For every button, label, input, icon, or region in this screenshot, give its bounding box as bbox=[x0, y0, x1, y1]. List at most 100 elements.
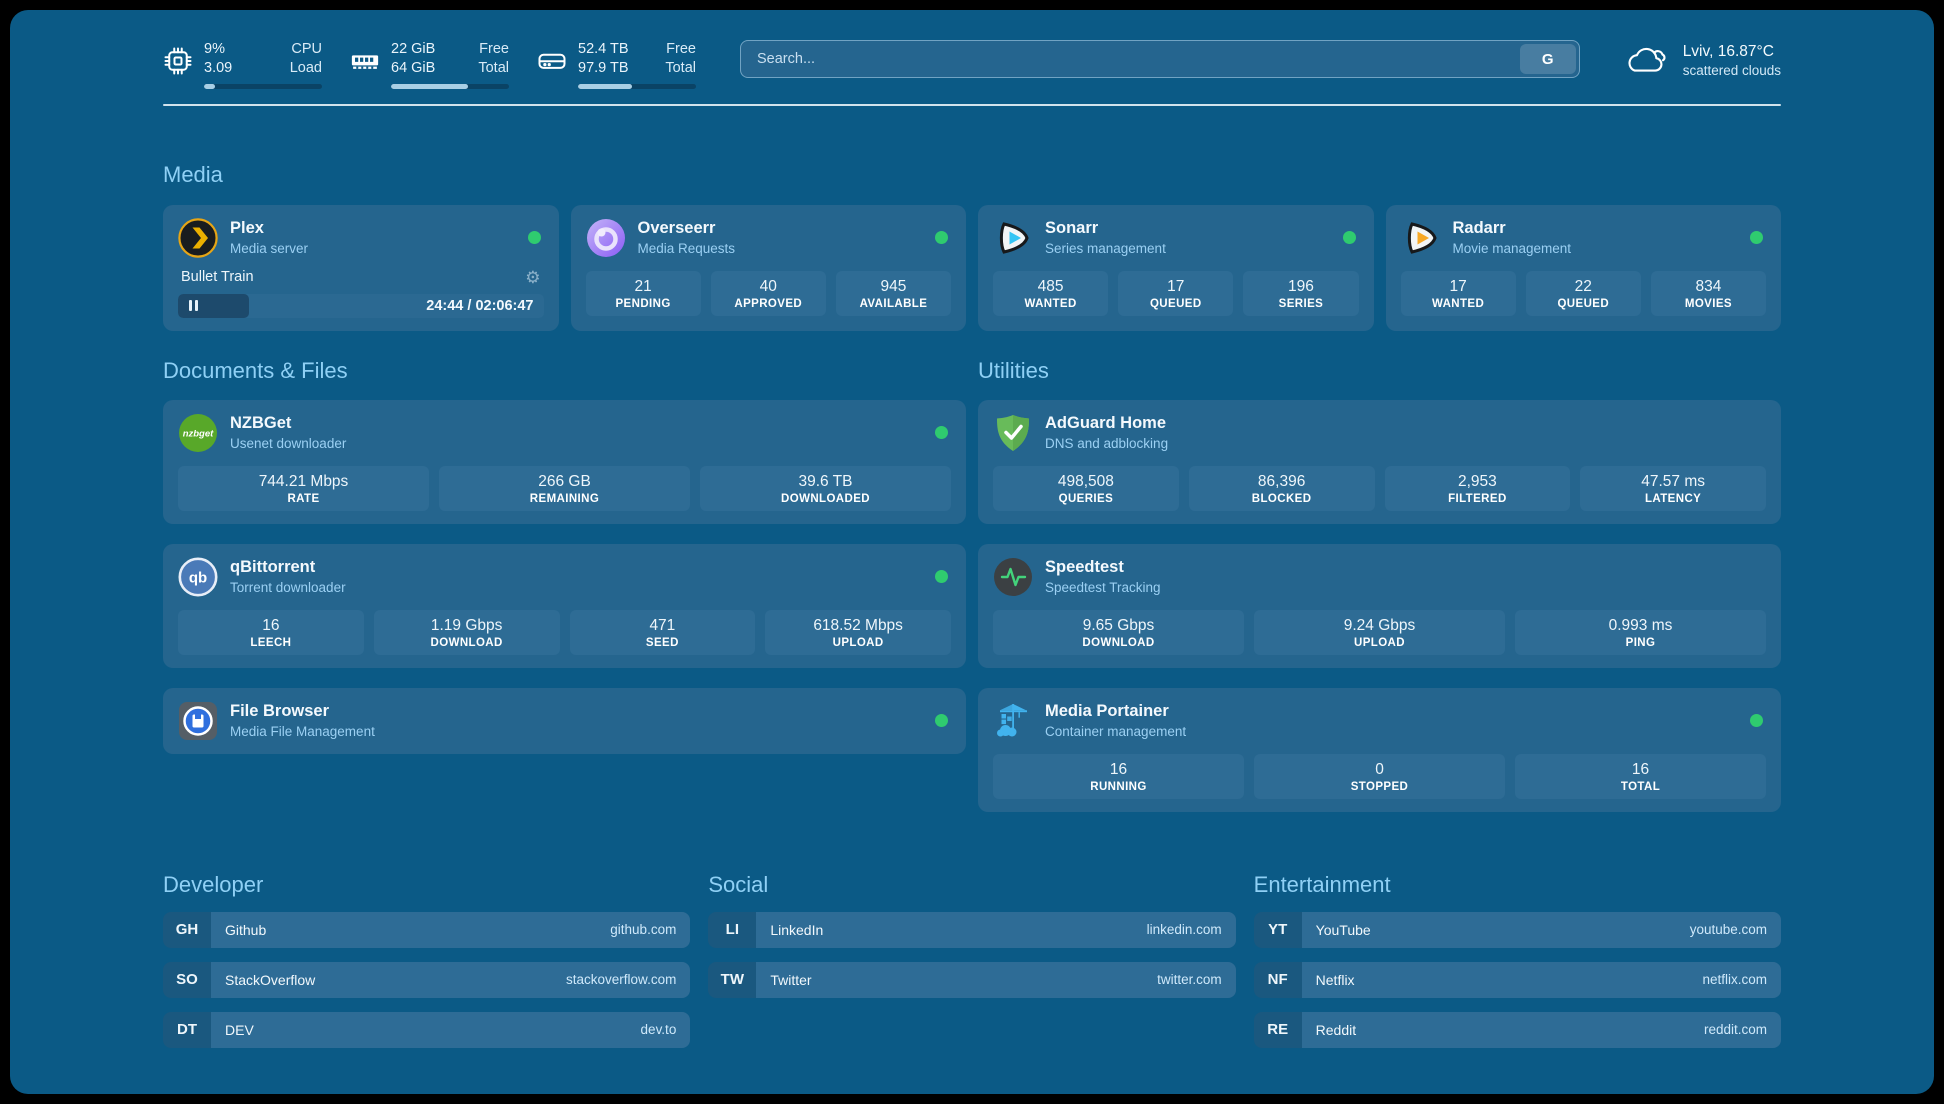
section-title-documents: Documents & Files bbox=[163, 358, 966, 384]
nzbget-stat-remaining: 266 GBREMAINING bbox=[439, 466, 690, 511]
overseerr-stat-pending: 21PENDING bbox=[586, 271, 701, 316]
cloud-icon bbox=[1624, 43, 1670, 77]
link-youtube-abbr: YT bbox=[1254, 912, 1302, 948]
disk-total-value: 97.9 TB bbox=[578, 59, 629, 78]
qbittorrent-stat-leech: 16LEECH bbox=[178, 610, 364, 655]
disk-total-label: Total bbox=[665, 59, 696, 78]
system-stats: 9% CPU 3.09 Load bbox=[163, 40, 696, 89]
cpu-load-label: Load bbox=[290, 59, 322, 78]
link-dev-abbr: DT bbox=[163, 1012, 211, 1048]
filebrowser-card[interactable]: File Browser Media File Management bbox=[163, 688, 966, 754]
section-title-entertainment: Entertainment bbox=[1254, 872, 1781, 898]
link-netflix-url: netflix.com bbox=[1702, 972, 1767, 987]
link-netflix-name: Netflix bbox=[1316, 972, 1355, 988]
plex-title: Plex bbox=[230, 219, 308, 238]
cpu-stat: 9% CPU 3.09 Load bbox=[163, 40, 322, 89]
nzbget-title: NZBGet bbox=[230, 414, 346, 433]
adguard-stat-blocked: 86,396BLOCKED bbox=[1189, 466, 1375, 511]
section-title-developer: Developer bbox=[163, 872, 690, 898]
nzbget-card[interactable]: nzbget NZBGet Usenet downloader 744.21 M… bbox=[163, 400, 966, 524]
plex-card[interactable]: Plex Media server Bullet Train ⚙ 24:44 bbox=[163, 205, 559, 331]
link-youtube[interactable]: YT YouTubeyoutube.com bbox=[1254, 912, 1781, 948]
link-reddit-url: reddit.com bbox=[1704, 1022, 1767, 1037]
sonarr-subtitle: Series management bbox=[1045, 241, 1166, 256]
link-github[interactable]: GH Github github.com bbox=[163, 912, 690, 948]
cpu-load-value: 3.09 bbox=[204, 59, 232, 78]
portainer-stat-stopped: 0STOPPED bbox=[1254, 754, 1505, 799]
sonarr-stat-wanted: 485WANTED bbox=[993, 271, 1108, 316]
plex-icon bbox=[178, 218, 218, 258]
overseerr-stat-approved: 40APPROVED bbox=[711, 271, 826, 316]
sonarr-icon bbox=[993, 218, 1033, 258]
adguard-icon bbox=[993, 413, 1033, 453]
qbittorrent-status-dot bbox=[935, 570, 948, 583]
speedtest-title: Speedtest bbox=[1045, 558, 1161, 577]
overseerr-subtitle: Media Requests bbox=[638, 241, 736, 256]
plex-playback-progress[interactable]: 24:44 / 02:06:47 bbox=[178, 294, 544, 318]
link-twitter[interactable]: TW Twitter twitter.com bbox=[708, 962, 1235, 998]
radarr-stat-queued: 22QUEUED bbox=[1526, 271, 1641, 316]
nzbget-subtitle: Usenet downloader bbox=[230, 436, 346, 451]
link-stackoverflow-url: stackoverflow.com bbox=[566, 972, 676, 987]
link-github-abbr: GH bbox=[163, 912, 211, 948]
filebrowser-subtitle: Media File Management bbox=[230, 724, 375, 739]
speedtest-stat-upload: 9.24 GbpsUPLOAD bbox=[1254, 610, 1505, 655]
link-reddit[interactable]: RE Reddit reddit.com bbox=[1254, 1012, 1781, 1048]
overseerr-icon bbox=[586, 218, 626, 258]
link-linkedin[interactable]: LI LinkedInlinkedin.com bbox=[708, 912, 1235, 948]
plex-settings-gear-icon[interactable]: ⚙ bbox=[525, 269, 540, 286]
speedtest-subtitle: Speedtest Tracking bbox=[1045, 580, 1161, 595]
cpu-icon bbox=[163, 46, 193, 76]
search-input[interactable] bbox=[740, 40, 1580, 78]
nzbget-status-dot bbox=[935, 426, 948, 439]
sonarr-card[interactable]: Sonarr Series management 485WANTED 17QUE… bbox=[978, 205, 1374, 331]
header-divider bbox=[163, 104, 1781, 106]
ram-free-value: 22 GiB bbox=[391, 40, 435, 59]
ram-free-label: Free bbox=[479, 40, 509, 59]
link-stackoverflow[interactable]: SO StackOverflowstackoverflow.com bbox=[163, 962, 690, 998]
overseerr-card[interactable]: Overseerr Media Requests 21PENDING 40APP… bbox=[571, 205, 967, 331]
plex-subtitle: Media server bbox=[230, 241, 308, 256]
section-title-media: Media bbox=[163, 162, 1781, 188]
entertainment-links-section: Entertainment YT YouTubeyoutube.com NF N… bbox=[1254, 872, 1781, 1048]
sonarr-status-dot bbox=[1343, 231, 1356, 244]
search-bar: G bbox=[740, 40, 1580, 78]
filebrowser-title: File Browser bbox=[230, 702, 375, 721]
link-reddit-abbr: RE bbox=[1254, 1012, 1302, 1048]
speedtest-card[interactable]: Speedtest Speedtest Tracking 9.65 GbpsDO… bbox=[978, 544, 1781, 668]
plex-playback-time: 24:44 / 02:06:47 bbox=[426, 294, 533, 318]
link-twitter-url: twitter.com bbox=[1157, 972, 1222, 987]
top-bar: 9% CPU 3.09 Load bbox=[163, 40, 1781, 89]
cpu-usage-value: 9% bbox=[204, 40, 225, 59]
portainer-card[interactable]: Media Portainer Container management 16R… bbox=[978, 688, 1781, 812]
link-reddit-name: Reddit bbox=[1316, 1022, 1356, 1038]
cpu-usage-label: CPU bbox=[291, 40, 322, 59]
link-youtube-name: YouTube bbox=[1316, 922, 1371, 938]
svg-text:nzbget: nzbget bbox=[183, 428, 214, 439]
search-engine-button[interactable]: G bbox=[1520, 44, 1576, 74]
disk-icon bbox=[537, 46, 567, 76]
link-github-name: Github bbox=[225, 922, 266, 938]
adguard-subtitle: DNS and adblocking bbox=[1045, 436, 1168, 451]
overseerr-status-dot bbox=[935, 231, 948, 244]
link-netflix[interactable]: NF Netflixnetflix.com bbox=[1254, 962, 1781, 998]
radarr-card[interactable]: Radarr Movie management 17WANTED 22QUEUE… bbox=[1386, 205, 1782, 331]
cpu-progress-bar bbox=[204, 84, 322, 89]
qbittorrent-card[interactable]: qb qBittorrent Torrent downloader 16LEEC… bbox=[163, 544, 966, 668]
filebrowser-icon bbox=[178, 701, 218, 741]
link-github-url: github.com bbox=[610, 922, 676, 937]
dashboard-frame: 9% CPU 3.09 Load bbox=[10, 10, 1934, 1094]
radarr-title: Radarr bbox=[1453, 219, 1572, 238]
adguard-card[interactable]: AdGuard Home DNS and adblocking 498,508Q… bbox=[978, 400, 1781, 524]
plex-progress-elapsed bbox=[178, 294, 249, 318]
link-twitter-abbr: TW bbox=[708, 962, 756, 998]
overseerr-title: Overseerr bbox=[638, 219, 736, 238]
social-links-section: Social LI LinkedInlinkedin.com TW Twitte… bbox=[708, 872, 1235, 1048]
link-dev[interactable]: DT DEVdev.to bbox=[163, 1012, 690, 1048]
portainer-title: Media Portainer bbox=[1045, 702, 1186, 721]
nzbget-stat-downloaded: 39.6 TBDOWNLOADED bbox=[700, 466, 951, 511]
weather-condition: scattered clouds bbox=[1683, 63, 1781, 78]
link-twitter-name: Twitter bbox=[770, 972, 811, 988]
pause-icon[interactable] bbox=[189, 300, 192, 311]
ram-total-label: Total bbox=[478, 59, 509, 78]
